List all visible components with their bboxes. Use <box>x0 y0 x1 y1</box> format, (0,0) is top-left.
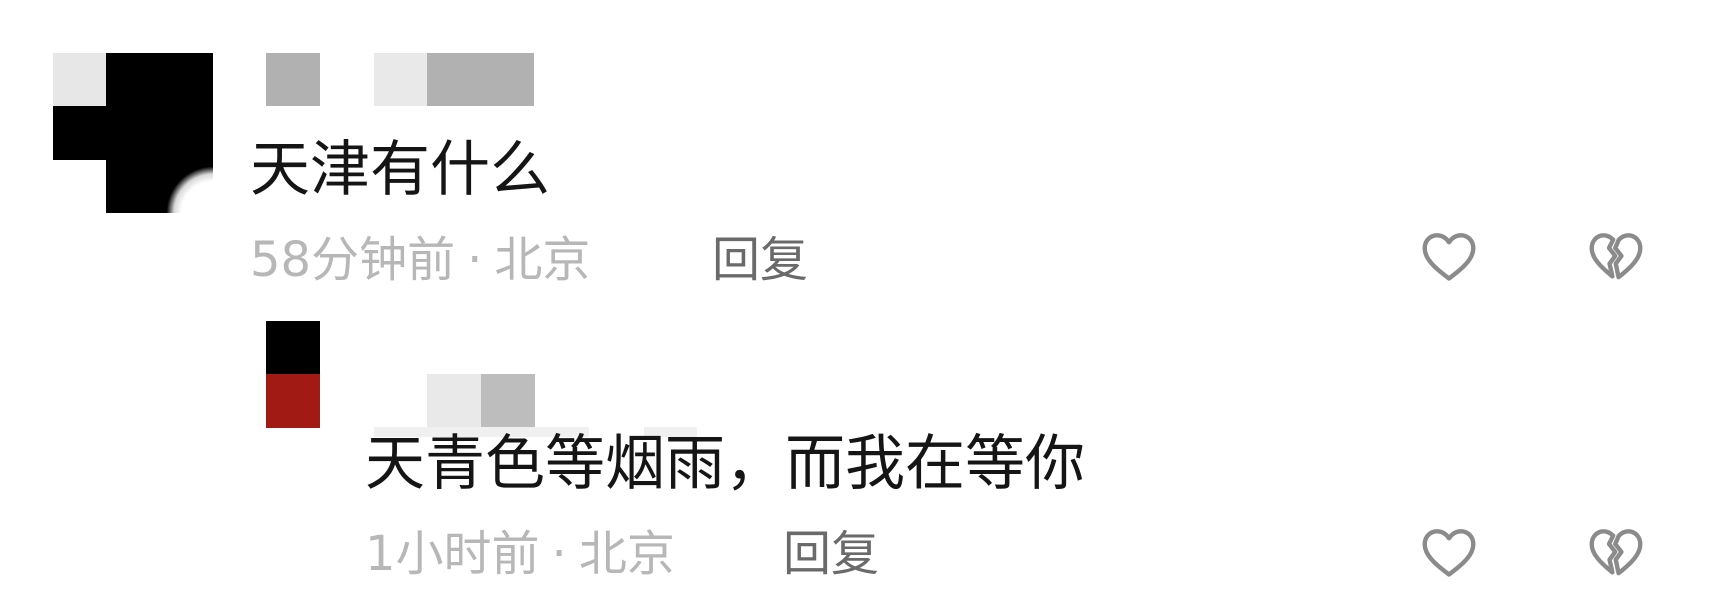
reply-text[interactable]: 天青色等烟雨，而我在等你 <box>365 434 1085 494</box>
avatar[interactable] <box>53 53 213 213</box>
heart-icon <box>1422 529 1476 577</box>
reply-button[interactable]: 回复 <box>783 530 879 578</box>
heart-icon <box>1422 233 1476 281</box>
like-button[interactable] <box>1418 226 1480 288</box>
comment-meta: 58分钟前 · 北京 <box>250 236 590 284</box>
avatar[interactable] <box>266 321 320 428</box>
dislike-button[interactable] <box>1585 522 1647 584</box>
reply-time: 1小时前 <box>365 526 540 582</box>
comment-text[interactable]: 天津有什么 <box>250 140 550 200</box>
like-button[interactable] <box>1418 522 1480 584</box>
meta-separator: · <box>467 232 483 288</box>
broken-heart-icon <box>1589 233 1643 280</box>
dislike-button[interactable] <box>1585 226 1647 288</box>
reply-location: 北京 <box>578 526 675 582</box>
reply-meta: 1小时前 · 北京 <box>365 530 675 578</box>
broken-heart-icon <box>1589 529 1643 576</box>
comment-time: 58分钟前 <box>250 232 456 288</box>
meta-separator: · <box>551 526 567 582</box>
reply-button[interactable]: 回复 <box>712 236 808 284</box>
comment-location: 北京 <box>494 232 591 288</box>
